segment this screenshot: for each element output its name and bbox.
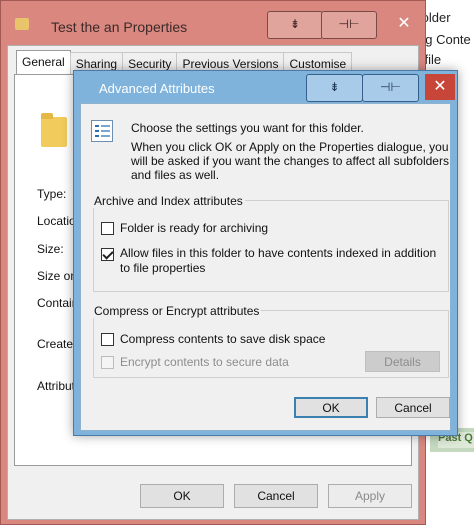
compress-checkbox[interactable]: [101, 333, 114, 346]
close-icon[interactable]: ✕: [383, 11, 425, 37]
size-label: Size:: [37, 242, 64, 256]
archiving-checkbox[interactable]: [101, 222, 114, 235]
compress-group-title: Compress or Encrypt attributes: [92, 304, 262, 318]
intro-text: Choose the settings you want for this fo…: [131, 121, 364, 135]
minimize-icon: ⇟: [329, 80, 340, 94]
details-button[interactable]: Details: [365, 351, 440, 372]
properties-title: Test the an Properties: [51, 19, 188, 35]
pin-button[interactable]: ⊣⊢: [321, 11, 377, 39]
close-icon[interactable]: ✕: [425, 74, 455, 100]
compress-label: Compress contents to save disk space: [120, 332, 326, 346]
intro-detail-text: When you click OK or Apply on the Proper…: [131, 140, 449, 182]
properties-cancel-button[interactable]: Cancel: [234, 484, 318, 508]
cancel-button[interactable]: Cancel: [376, 397, 450, 418]
indexing-checkbox[interactable]: [101, 248, 114, 261]
ok-button[interactable]: OK: [294, 397, 368, 418]
advanced-attributes-dialog: Advanced Attributes ⇟ ⊣⊢ ✕ Choose the se…: [73, 70, 458, 436]
minimize-icon: ⇟: [289, 17, 301, 31]
indexing-label: Allow files in this folder to have conte…: [120, 246, 437, 275]
folder-icon: [41, 113, 67, 147]
type-label: Type:: [37, 187, 67, 201]
minimize-button[interactable]: ⇟: [267, 11, 323, 39]
pin-icon: ⊣⊢: [380, 80, 401, 94]
settings-list-icon: [91, 120, 113, 142]
compress-encrypt-group: Compress or Encrypt attributes Compress …: [92, 304, 449, 378]
minimize-button[interactable]: ⇟: [306, 74, 363, 102]
properties-apply-button[interactable]: Apply: [328, 484, 412, 508]
encrypt-label: Encrypt contents to secure data: [120, 355, 289, 369]
folder-icon: [15, 18, 29, 30]
pin-button[interactable]: ⊣⊢: [362, 74, 419, 102]
pin-icon: ⊣⊢: [338, 17, 360, 31]
properties-ok-button[interactable]: OK: [140, 484, 224, 508]
archive-group-title: Archive and Index attributes: [92, 194, 245, 208]
archiving-label: Folder is ready for archiving: [120, 221, 269, 235]
dialog-body: Choose the settings you want for this fo…: [80, 103, 451, 431]
encrypt-checkbox[interactable]: [101, 356, 114, 369]
tab-general[interactable]: General: [16, 50, 71, 75]
archive-index-group: Archive and Index attributes Folder is r…: [92, 194, 449, 292]
dialog-title: Advanced Attributes: [99, 81, 215, 96]
